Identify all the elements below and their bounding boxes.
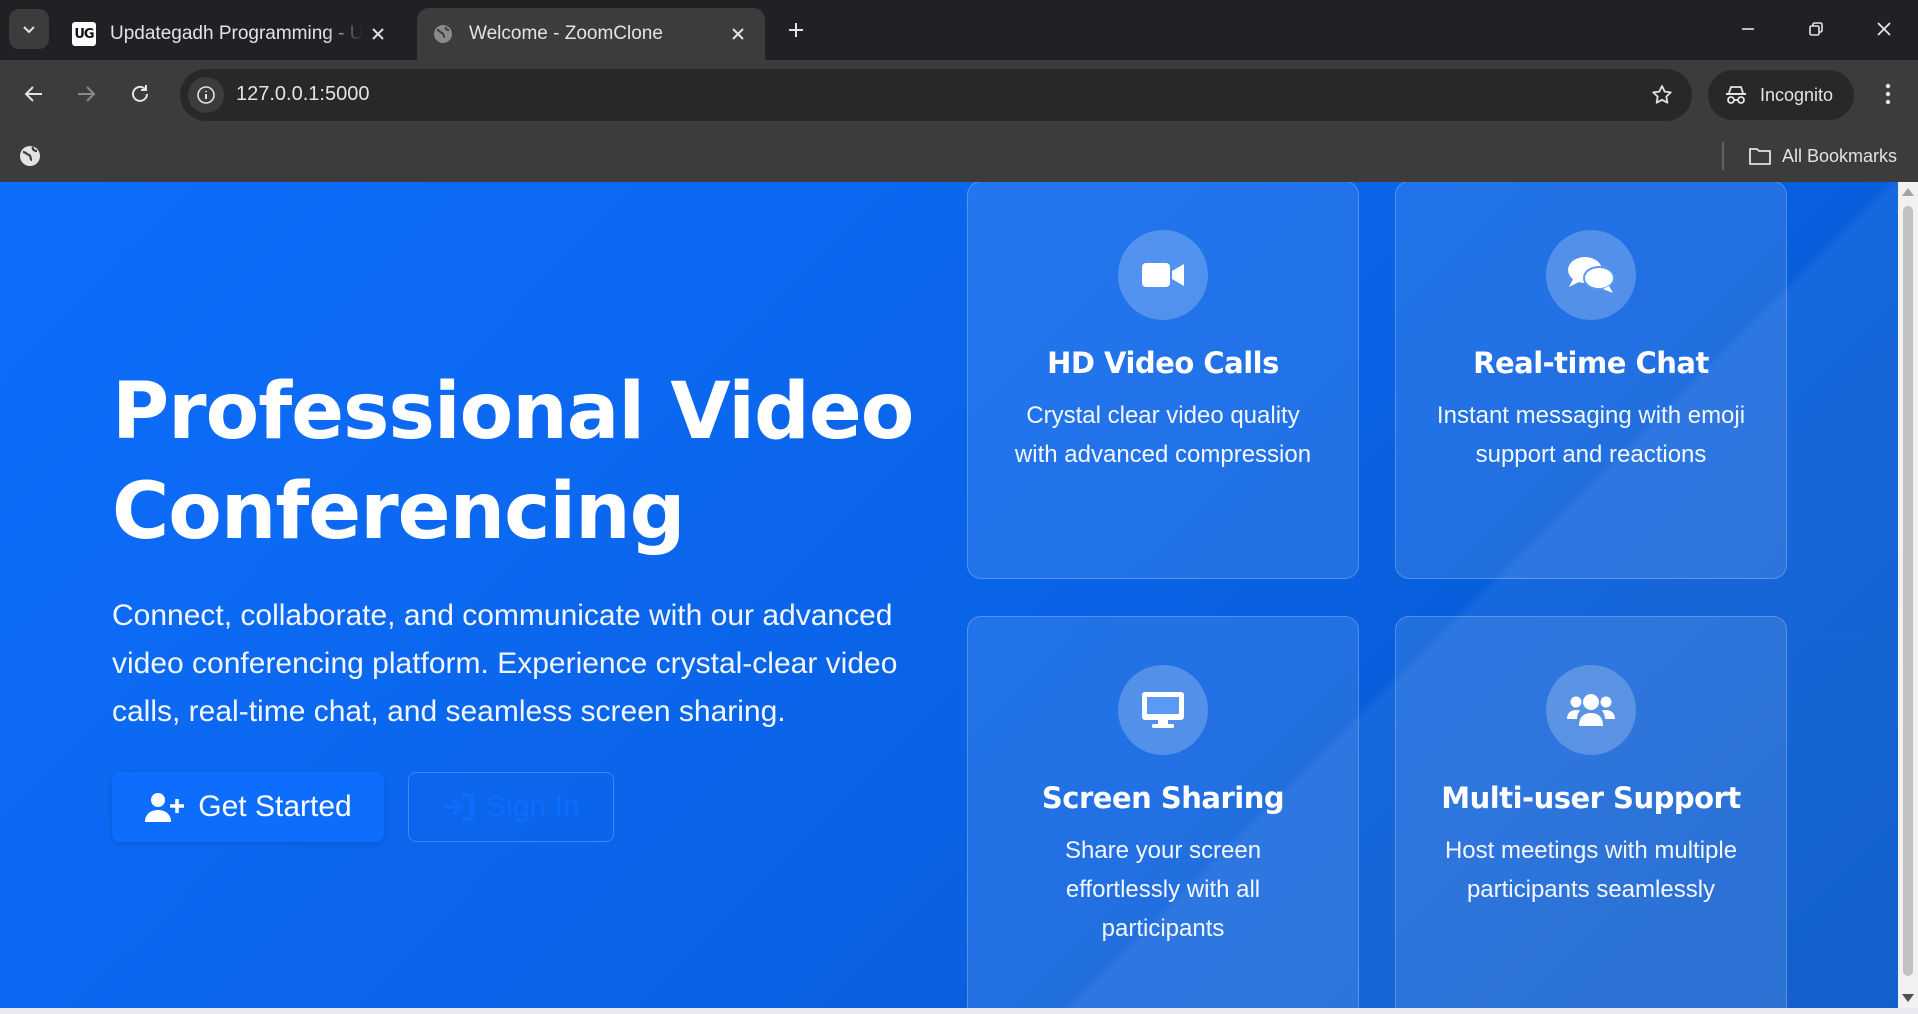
get-started-label: Get Started xyxy=(198,790,352,823)
tab-updategadh[interactable]: UG Updategadh Programming - Up xyxy=(60,8,405,60)
feature-title: Real-time Chat xyxy=(1473,346,1709,380)
feature-description: Share your screen effortlessly with all … xyxy=(1064,837,1262,942)
minimize-button[interactable] xyxy=(1714,0,1782,58)
feature-description: Host meetings with multiple participants… xyxy=(1444,837,1738,903)
page-scrollbar[interactable] xyxy=(1898,182,1918,1008)
page-viewport: Professional Video Conferencing Connect,… xyxy=(0,182,1898,1008)
sign-in-label: Sign In xyxy=(486,790,580,823)
sign-in-icon xyxy=(444,793,475,821)
chat-bubbles-icon xyxy=(1568,257,1615,293)
restore-button[interactable] xyxy=(1782,0,1850,58)
all-bookmarks-button[interactable]: All Bookmarks xyxy=(1748,140,1897,172)
video-camera-icon xyxy=(1142,263,1184,287)
feature-title: Multi-user Support xyxy=(1441,781,1741,815)
address-bar[interactable]: 127.0.0.1:5000 xyxy=(180,69,1692,121)
tab-title: Welcome - ZoomClone xyxy=(469,23,663,44)
feature-icon-wrap xyxy=(1118,665,1208,755)
hero-title: Professional Video Conferencing xyxy=(112,367,914,557)
scrollbar-thumb[interactable] xyxy=(1903,206,1913,976)
incognito-indicator[interactable]: Incognito xyxy=(1708,70,1854,120)
feature-title: Screen Sharing xyxy=(1041,781,1285,815)
back-button[interactable] xyxy=(14,74,54,114)
new-tab-button[interactable] xyxy=(780,14,812,46)
all-bookmarks-label: All Bookmarks xyxy=(1782,145,1898,166)
close-icon xyxy=(732,28,744,40)
browser-toolbar: 127.0.0.1:5000 Incognito xyxy=(0,60,1918,130)
folder-icon xyxy=(1749,148,1771,165)
feature-description: Instant messaging with emoji support and… xyxy=(1436,402,1746,468)
feature-card-hd-video: HD Video Calls Crystal clear video quali… xyxy=(967,182,1359,579)
window-bottom-edge xyxy=(0,1008,1918,1014)
hero-description: Connect, collaborate, and communicate wi… xyxy=(112,599,898,728)
bookmarks-bar: All Bookmarks xyxy=(0,130,1918,182)
feature-description: Crystal clear video quality with advance… xyxy=(1014,402,1312,468)
site-info-button[interactable] xyxy=(188,77,224,113)
globe-icon[interactable] xyxy=(18,144,42,168)
feature-card-multi-user: Multi-user Support Host meetings with mu… xyxy=(1395,616,1787,1008)
users-group-icon xyxy=(1567,694,1615,726)
feature-icon-wrap xyxy=(1118,230,1208,320)
feature-card-chat: Real-time Chat Instant messaging with em… xyxy=(1395,182,1787,579)
tab-title: Updategadh Programming - Up xyxy=(110,23,363,44)
browser-menu-button[interactable] xyxy=(1870,74,1906,114)
desktop-monitor-icon xyxy=(1142,692,1184,728)
bookmarks-separator xyxy=(1722,142,1724,170)
scroll-down-arrow-icon[interactable] xyxy=(1902,994,1914,1002)
forward-button[interactable] xyxy=(66,74,106,114)
tab-close-button[interactable] xyxy=(723,19,753,49)
scroll-up-arrow-icon[interactable] xyxy=(1902,188,1914,196)
close-window-button[interactable] xyxy=(1850,0,1918,58)
tab-zoomclone[interactable]: Welcome - ZoomClone xyxy=(417,8,765,60)
reload-button[interactable] xyxy=(120,74,160,114)
user-plus-icon xyxy=(145,793,185,822)
incognito-icon xyxy=(1726,86,1746,104)
url-text[interactable]: 127.0.0.1:5000 xyxy=(236,83,369,106)
feature-icon-wrap xyxy=(1546,230,1636,320)
arrow-right-icon xyxy=(78,86,96,102)
tab-favicon: UG xyxy=(72,22,96,46)
bookmark-star-button[interactable] xyxy=(1648,81,1676,109)
get-started-button[interactable]: Get Started xyxy=(112,772,384,842)
tab-close-button[interactable] xyxy=(363,19,393,49)
more-vertical-icon xyxy=(1885,83,1891,105)
minimize-icon xyxy=(1742,28,1754,30)
close-icon xyxy=(1877,22,1891,36)
tab-strip: UG Updategadh Programming - Up Welcome -… xyxy=(0,0,1918,60)
sign-in-button[interactable]: Sign In xyxy=(408,772,614,842)
tab-favicon xyxy=(431,22,455,46)
restore-icon xyxy=(1809,22,1823,36)
star-icon xyxy=(1652,85,1672,104)
close-icon xyxy=(372,28,384,40)
plus-icon xyxy=(789,23,803,37)
incognito-label: Incognito xyxy=(1760,84,1834,105)
reload-icon xyxy=(132,85,148,102)
info-icon xyxy=(197,86,215,104)
ug-logo-icon: UG xyxy=(72,22,96,46)
arrow-left-icon xyxy=(24,86,42,102)
feature-icon-wrap xyxy=(1546,665,1636,755)
feature-card-screen-sharing: Screen Sharing Share your screen effortl… xyxy=(967,616,1359,1008)
globe-icon xyxy=(434,25,452,43)
chevron-down-icon xyxy=(23,26,35,34)
tab-search-button[interactable] xyxy=(9,9,49,49)
feature-title: HD Video Calls xyxy=(1047,346,1279,380)
